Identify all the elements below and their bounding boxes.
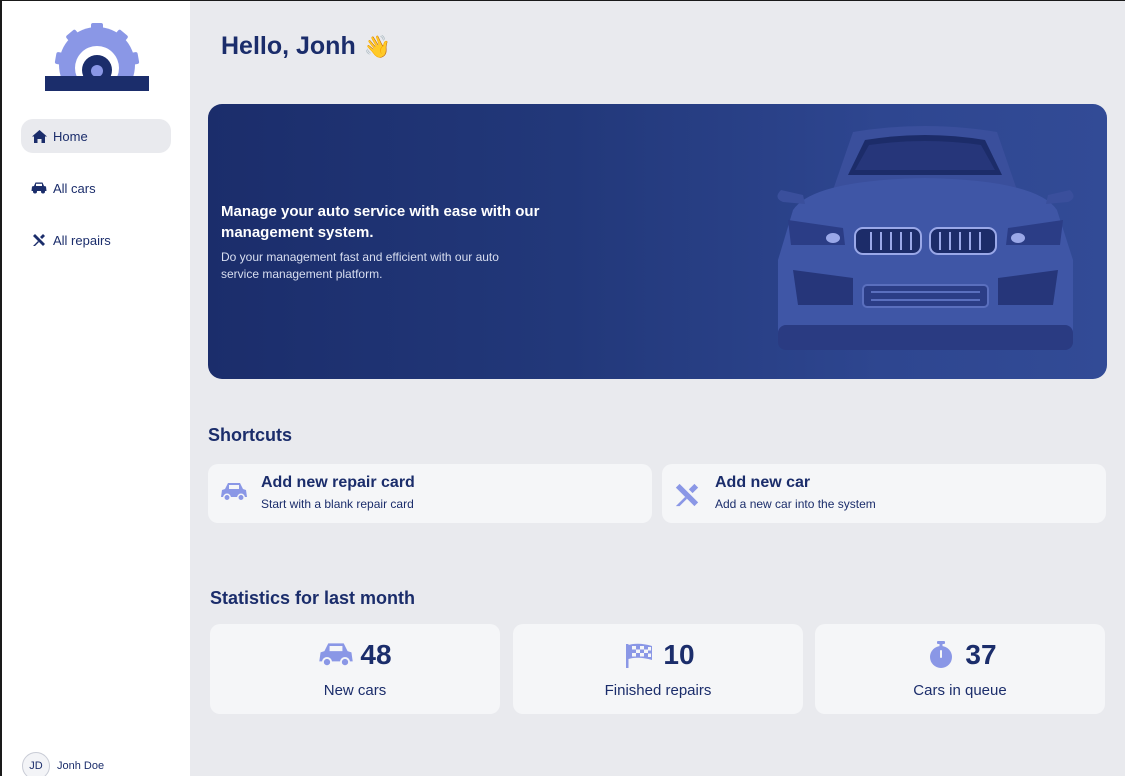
sidebar-item-label: All cars bbox=[53, 180, 96, 196]
avatar: JD bbox=[22, 752, 50, 776]
statistics-title: Statistics for last month bbox=[210, 588, 416, 608]
gear-garage-icon bbox=[45, 23, 149, 91]
stat-value: 37 bbox=[965, 639, 997, 670]
stat-label: Cars in queue bbox=[913, 682, 1007, 699]
sidebar-nav: Home All cars All repairs bbox=[21, 119, 171, 275]
user-name: Jonh Doe bbox=[57, 760, 105, 772]
stat-value: 48 bbox=[360, 639, 392, 670]
shortcut-title: Add new car bbox=[715, 474, 811, 491]
stat-card-new-cars: 48 New cars bbox=[210, 624, 500, 714]
home-icon bbox=[31, 129, 47, 143]
tools-icon bbox=[31, 233, 47, 247]
shortcut-subtitle: Start with a blank repair card bbox=[261, 497, 414, 511]
car-icon bbox=[318, 640, 354, 670]
add-new-car-shortcut[interactable]: Add new car Add a new car into the syste… bbox=[662, 464, 1106, 523]
car-icon bbox=[31, 181, 47, 195]
shortcut-subtitle: Add a new car into the system bbox=[715, 497, 876, 511]
hero-title: Manage your auto service with ease with … bbox=[221, 203, 540, 241]
tools-icon bbox=[674, 482, 702, 507]
sidebar-item-all-cars[interactable]: All cars bbox=[21, 171, 171, 205]
add-repair-card-shortcut[interactable]: Add new repair card Start with a blank r… bbox=[208, 464, 652, 523]
sidebar-item-all-repairs[interactable]: All repairs bbox=[21, 223, 171, 257]
page-title: Hello, Jonh 👋 bbox=[221, 32, 391, 61]
stat-label: New cars bbox=[323, 682, 387, 699]
stat-label: Finished repairs bbox=[604, 682, 712, 699]
car-icon bbox=[220, 482, 248, 506]
sidebar: Home All cars All repairs JD Jonh Doe bbox=[2, 1, 190, 776]
user-profile[interactable]: JD Jonh Doe bbox=[22, 752, 104, 776]
stopwatch-icon bbox=[923, 640, 959, 670]
checkered-flag-icon bbox=[621, 640, 657, 670]
greeting-text: Hello, Jonh bbox=[221, 32, 356, 60]
sidebar-item-label: All repairs bbox=[53, 232, 111, 248]
car-illustration bbox=[777, 126, 1074, 350]
sidebar-item-home[interactable]: Home bbox=[21, 119, 171, 153]
shortcuts-title: Shortcuts bbox=[208, 425, 293, 445]
stat-card-finished-repairs: 10 Finished repairs bbox=[513, 624, 803, 714]
hero-banner: Manage your auto service with ease with … bbox=[208, 104, 1107, 379]
stat-value: 10 bbox=[663, 639, 695, 670]
wave-emoji: 👋 bbox=[363, 33, 392, 59]
shortcut-title: Add new repair card bbox=[261, 474, 415, 491]
hero-subtitle: Do your management fast and efficient wi… bbox=[221, 250, 499, 281]
sidebar-item-label: Home bbox=[53, 128, 88, 144]
stat-card-cars-in-queue: 37 Cars in queue bbox=[815, 624, 1105, 714]
